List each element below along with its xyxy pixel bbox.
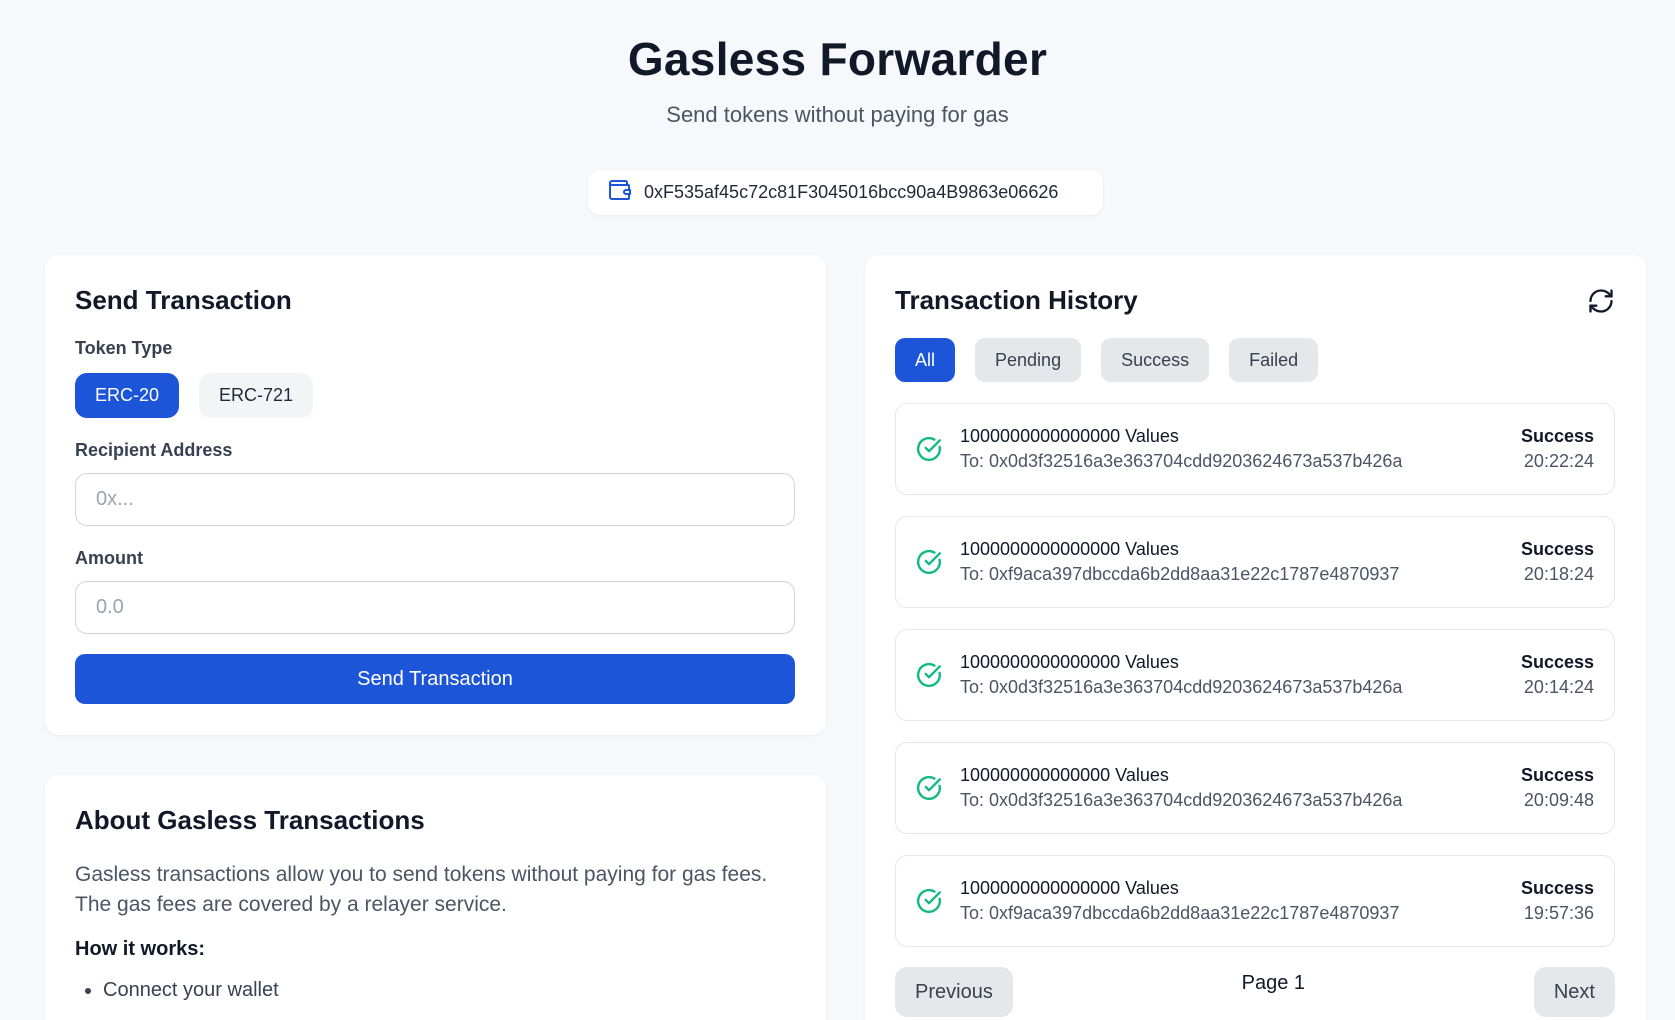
transaction-status: Success <box>1520 426 1594 446</box>
check-circle-icon <box>917 436 942 461</box>
transaction-row[interactable]: 1000000000000000 Values To: 0x0d3f32516a… <box>895 403 1615 495</box>
pagination: Previous Page 1 Next <box>895 967 1615 1017</box>
token-type-label: Token Type <box>75 338 173 358</box>
about-card-title: About Gasless Transactions <box>75 805 425 835</box>
token-type-selector: ERC-20 ERC-721 <box>75 373 796 418</box>
page-header: Gasless Forwarder Send tokens without pa… <box>0 0 1675 128</box>
filter-pending-tab[interactable]: Pending <box>975 338 1082 382</box>
transaction-time: 20:14:24 <box>1523 677 1594 697</box>
send-transaction-card: Send Transaction Token Type ERC-20 ERC-7… <box>45 255 826 735</box>
filter-success-tab[interactable]: Success <box>1101 338 1210 382</box>
transaction-amount: 1000000000000000 Values <box>960 878 1179 898</box>
transaction-time: 20:22:24 <box>1523 451 1594 471</box>
refresh-icon[interactable] <box>1586 286 1616 316</box>
check-circle-icon <box>917 775 942 800</box>
transaction-recipient: To: 0x0d3f32516a3e363704cdd9203624673a53… <box>960 677 1403 697</box>
history-card-title: Transaction History <box>895 285 1138 315</box>
transaction-list: 1000000000000000 Values To: 0x0d3f32516a… <box>895 403 1616 947</box>
check-circle-icon <box>917 888 942 913</box>
transaction-amount: 100000000000000 Values <box>960 765 1169 785</box>
check-circle-icon <box>917 662 942 687</box>
transaction-status: Success <box>1520 878 1594 898</box>
filter-failed-tab[interactable]: Failed <box>1229 338 1319 382</box>
page-subtitle: Send tokens without paying for gas <box>666 102 1009 127</box>
previous-page-button[interactable]: Previous <box>895 967 1013 1017</box>
transaction-time: 20:18:24 <box>1523 564 1594 584</box>
recipient-address-input[interactable] <box>75 473 795 526</box>
transaction-recipient: To: 0xf9aca397dbccda6b2dd8aa31e22c1787e4… <box>960 903 1400 923</box>
transaction-row[interactable]: 100000000000000 Values To: 0x0d3f32516a3… <box>895 742 1615 834</box>
transaction-amount: 1000000000000000 Values <box>960 539 1179 559</box>
transaction-recipient: To: 0x0d3f32516a3e363704cdd9203624673a53… <box>960 451 1403 471</box>
wallet-icon <box>608 179 632 206</box>
page-title: Gasless Forwarder <box>627 33 1048 85</box>
transaction-recipient: To: 0xf9aca397dbccda6b2dd8aa31e22c1787e4… <box>960 564 1400 584</box>
list-item: Connect your wallet <box>103 979 796 1002</box>
how-it-works-list: Connect your wallet <box>75 979 796 1002</box>
transaction-time: 20:09:48 <box>1523 790 1594 810</box>
recipient-address-label: Recipient Address <box>75 440 233 460</box>
transaction-time: 19:57:36 <box>1523 903 1594 923</box>
token-type-erc721-button[interactable]: ERC-721 <box>199 373 314 418</box>
transaction-history-card: Transaction History All Pending Success … <box>865 255 1646 1020</box>
page-indicator: Page 1 <box>1241 972 1306 994</box>
about-description: Gasless transactions allow you to send t… <box>75 863 768 916</box>
check-circle-icon <box>917 549 942 574</box>
transaction-recipient: To: 0x0d3f32516a3e363704cdd9203624673a53… <box>960 790 1403 810</box>
transaction-row[interactable]: 1000000000000000 Values To: 0xf9aca397db… <box>895 855 1615 947</box>
amount-label: Amount <box>75 548 143 568</box>
filter-all-tab[interactable]: All <box>895 338 956 382</box>
transaction-status: Success <box>1520 765 1594 785</box>
transaction-row[interactable]: 1000000000000000 Values To: 0xf9aca397db… <box>895 516 1615 608</box>
transaction-row[interactable]: 1000000000000000 Values To: 0x0d3f32516a… <box>895 629 1615 721</box>
transaction-status: Success <box>1520 652 1594 672</box>
amount-input[interactable] <box>75 581 795 634</box>
transaction-status: Success <box>1520 539 1594 559</box>
next-page-button[interactable]: Next <box>1533 967 1615 1017</box>
transaction-amount: 1000000000000000 Values <box>960 652 1179 672</box>
send-card-title: Send Transaction <box>75 285 292 315</box>
status-filter-tabs: All Pending Success Failed <box>895 338 1616 382</box>
transaction-amount: 1000000000000000 Values <box>960 426 1179 446</box>
how-it-works-heading: How it works: <box>75 938 206 960</box>
token-type-erc20-button[interactable]: ERC-20 <box>75 373 180 418</box>
about-card: About Gasless Transactions Gasless trans… <box>45 775 826 1020</box>
send-transaction-button[interactable]: Send Transaction <box>75 654 795 704</box>
wallet-address-pill[interactable]: 0xF535af45c72c81F3045016bcc90a4B9863e066… <box>588 170 1103 215</box>
wallet-address: 0xF535af45c72c81F3045016bcc90a4B9863e066… <box>644 182 1059 202</box>
